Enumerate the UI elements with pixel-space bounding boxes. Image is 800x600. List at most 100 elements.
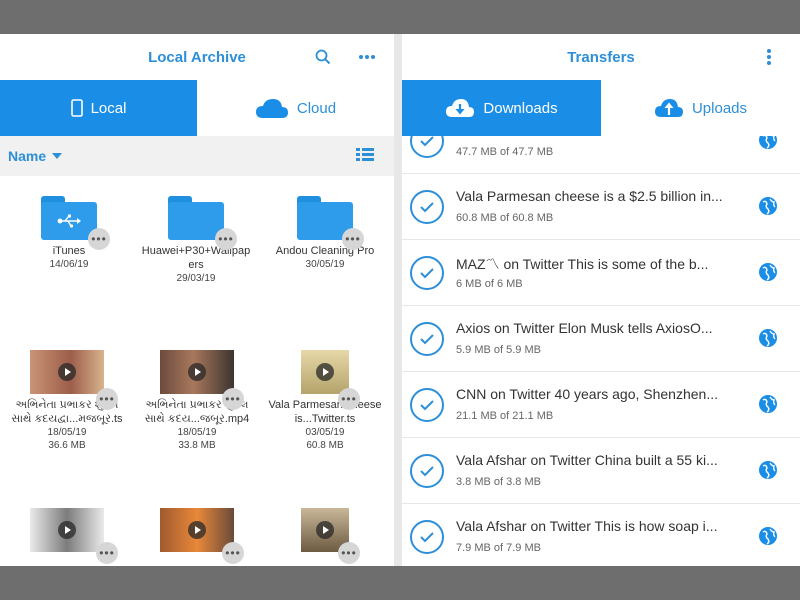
chevron-down-icon[interactable] bbox=[52, 153, 63, 159]
item-date: 14/06/19 bbox=[49, 259, 89, 270]
video-item[interactable]: ••• Vala Parmesan cheese is...Twitter.ts… bbox=[262, 350, 388, 452]
more-options-icon[interactable]: ••• bbox=[96, 388, 118, 410]
tab-uploads[interactable]: Uploads bbox=[601, 80, 800, 136]
video-item[interactable]: ••• bbox=[134, 508, 260, 564]
video-item[interactable]: ••• અભિનેતા પ્રભાકર શુક્લ સાથે કદયદ્વા..… bbox=[4, 350, 130, 452]
play-icon bbox=[58, 363, 76, 381]
frame-top bbox=[0, 0, 800, 34]
list-view-icon[interactable] bbox=[356, 148, 374, 167]
tab-uploads-label: Uploads bbox=[691, 99, 748, 117]
cloud-download-icon bbox=[445, 98, 475, 118]
globe-icon[interactable] bbox=[758, 394, 778, 414]
more-options-icon[interactable]: ••• bbox=[222, 388, 244, 410]
tab-local[interactable]: Local bbox=[0, 80, 197, 136]
transfer-size: 7.9 MB of 7.9 MB bbox=[456, 542, 541, 554]
transfers-navbar: Transfers bbox=[402, 34, 800, 80]
transfer-row[interactable]: Vala Parmesan cheese is a $2.5 billion i… bbox=[402, 174, 800, 240]
folder-item[interactable]: ••• iTunes 14/06/19 bbox=[6, 196, 132, 271]
transfer-title: MAZ〽 on Twitter This is some of the b... bbox=[456, 256, 709, 272]
folder-item[interactable]: ••• Huawei+P30+Wallpapers 29/03/19 bbox=[133, 196, 259, 285]
tab-cloud[interactable]: Cloud bbox=[197, 80, 394, 136]
transfer-size: 47.7 MB of 47.7 MB bbox=[456, 146, 554, 158]
play-icon bbox=[188, 363, 206, 381]
transfer-size: 6 MB of 6 MB bbox=[456, 278, 523, 290]
video-item[interactable]: ••• bbox=[262, 508, 388, 564]
transfer-row[interactable]: CNN on Twitter 40 years ago, Shenzhen...… bbox=[402, 372, 800, 438]
transfer-size: 3.8 MB of 3.8 MB bbox=[456, 476, 541, 488]
tab-cloud-label: Cloud bbox=[296, 99, 337, 117]
checkmark-icon bbox=[410, 520, 444, 554]
transfer-list: 47.7 MB of 47.7 MB Vala Parmesan cheese … bbox=[402, 136, 800, 566]
item-date: 18/05/19 bbox=[177, 427, 217, 438]
checkmark-icon bbox=[410, 136, 444, 158]
transfer-tabs: Downloads Uploads bbox=[402, 80, 800, 136]
more-options-icon[interactable]: ••• bbox=[222, 542, 244, 564]
item-date: 29/03/19 bbox=[176, 273, 216, 284]
play-icon bbox=[188, 521, 206, 539]
transfer-title: Axios on Twitter Elon Musk tells AxiosO.… bbox=[456, 320, 713, 336]
transfer-size: 5.9 MB of 5.9 MB bbox=[456, 344, 541, 356]
checkmark-icon bbox=[410, 256, 444, 290]
frame-bottom bbox=[0, 566, 800, 600]
video-thumbnail bbox=[30, 350, 104, 394]
transfer-title: Vala Parmesan cheese is a $2.5 billion i… bbox=[456, 188, 723, 204]
transfer-title: CNN on Twitter 40 years ago, Shenzhen... bbox=[456, 386, 718, 402]
transfers-panel: Transfers Downloads Uploads 47.7 MB of 4… bbox=[402, 34, 800, 566]
more-vertical-icon[interactable] bbox=[756, 44, 782, 70]
usb-icon bbox=[57, 214, 81, 228]
item-size: 60.8 MB bbox=[306, 440, 344, 451]
more-options-icon[interactable]: ••• bbox=[96, 542, 118, 564]
video-thumbnail bbox=[160, 508, 234, 552]
video-thumbnail bbox=[30, 508, 104, 552]
transfer-row[interactable]: Axios on Twitter Elon Musk tells AxiosO.… bbox=[402, 306, 800, 372]
video-item[interactable]: ••• અભિનેતા પ્રભાકર શુક્લ સાથે કદય...જબૂ… bbox=[134, 350, 260, 452]
more-options-icon[interactable]: ••• bbox=[215, 228, 237, 250]
item-date: 03/05/19 bbox=[305, 427, 345, 438]
cloud-upload-icon bbox=[654, 98, 684, 118]
more-options-icon[interactable]: ••• bbox=[342, 228, 364, 250]
sort-bar: Name bbox=[0, 136, 394, 176]
cloud-icon bbox=[255, 97, 289, 119]
local-archive-navbar: Local Archive bbox=[0, 34, 394, 80]
globe-icon[interactable] bbox=[758, 526, 778, 546]
item-name: Andou Cleaning Pro bbox=[275, 245, 375, 257]
panel-divider bbox=[394, 34, 402, 566]
sort-by-name-dropdown[interactable]: Name bbox=[8, 148, 46, 164]
transfer-size: 60.8 MB of 60.8 MB bbox=[456, 212, 554, 224]
video-thumbnail bbox=[301, 350, 349, 394]
more-options-icon[interactable]: ••• bbox=[338, 388, 360, 410]
storage-tabs: Local Cloud bbox=[0, 80, 394, 136]
play-icon bbox=[58, 521, 76, 539]
transfer-row[interactable]: 47.7 MB of 47.7 MB bbox=[402, 136, 800, 174]
globe-icon[interactable] bbox=[758, 328, 778, 348]
globe-icon[interactable] bbox=[758, 136, 778, 150]
transfer-row[interactable]: Vala Afshar on Twitter This is how soap … bbox=[402, 504, 800, 566]
item-date: 30/05/19 bbox=[305, 259, 345, 270]
tab-downloads[interactable]: Downloads bbox=[402, 80, 601, 136]
item-size: 36.6 MB bbox=[48, 440, 86, 451]
transfer-row[interactable]: MAZ〽 on Twitter This is some of the b...… bbox=[402, 240, 800, 306]
item-name: Vala Parmesan cheese is...Twitter.ts bbox=[268, 399, 382, 425]
search-icon[interactable] bbox=[310, 44, 336, 70]
local-archive-panel: Local Archive Local Cloud Name ••• iTune… bbox=[0, 34, 394, 566]
more-options-icon[interactable]: ••• bbox=[338, 542, 360, 564]
item-name: iTunes bbox=[52, 245, 86, 257]
more-options-icon[interactable]: ••• bbox=[88, 228, 110, 250]
more-horizontal-icon[interactable] bbox=[354, 44, 380, 70]
play-icon bbox=[316, 363, 334, 381]
checkmark-icon bbox=[410, 454, 444, 488]
phone-icon bbox=[70, 99, 83, 117]
folder-item[interactable]: ••• Andou Cleaning Pro 30/05/19 bbox=[262, 196, 388, 271]
checkmark-icon bbox=[410, 190, 444, 224]
play-icon bbox=[316, 521, 334, 539]
globe-icon[interactable] bbox=[758, 262, 778, 282]
item-name: Huawei+P30+Wallpapers bbox=[141, 245, 251, 271]
globe-icon[interactable] bbox=[758, 460, 778, 480]
transfer-row[interactable]: Vala Afshar on Twitter China built a 55 … bbox=[402, 438, 800, 504]
video-item[interactable]: ••• bbox=[4, 508, 130, 564]
page-title: Local Archive bbox=[148, 48, 246, 66]
globe-icon[interactable] bbox=[758, 196, 778, 216]
checkmark-icon bbox=[410, 388, 444, 422]
file-grid: ••• iTunes 14/06/19 ••• Huawei+P30+Wallp… bbox=[0, 176, 394, 566]
item-date: 18/05/19 bbox=[47, 427, 87, 438]
